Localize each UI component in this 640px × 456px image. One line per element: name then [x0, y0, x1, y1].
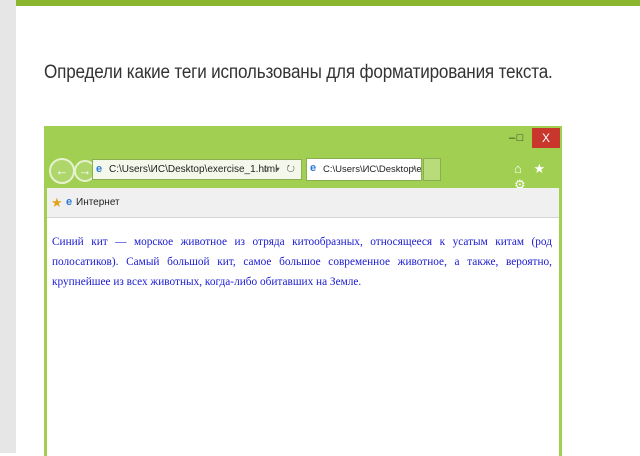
ie-page-icon: e	[310, 162, 317, 174]
content-paragraph: Синий кит — морское животное из отряда к…	[52, 236, 552, 288]
top-accent-bar	[16, 0, 640, 6]
left-rail	[0, 0, 16, 453]
ie-page-icon: e	[66, 196, 73, 208]
ie-page-icon: e	[96, 163, 103, 175]
favorites-bar: ★ e Интернет	[47, 188, 559, 218]
title-bar: – □ X	[44, 126, 562, 150]
favorites-star-icon[interactable]: ★	[51, 195, 63, 211]
maximize-button[interactable]: □	[510, 128, 530, 148]
tab-close-icon[interactable]: ×	[411, 159, 417, 180]
close-button[interactable]: X	[532, 128, 560, 148]
page-content: Синий кит — морское животное из отряда к…	[47, 218, 559, 456]
question-text: Определи какие теги использованы для фор…	[44, 62, 553, 83]
tab-exercise[interactable]: e C:\Users\ИС\Desktop\exerc... ×	[306, 158, 422, 181]
favorites-label[interactable]: Интернет	[76, 197, 120, 208]
browser-window-screenshot: – □ X ← → e C:\Users\ИС\Desktop\exercise…	[44, 126, 562, 456]
new-tab-button[interactable]	[423, 158, 441, 181]
address-bar[interactable]: e C:\Users\ИС\Desktop\exercise_1.html ⌕ …	[92, 159, 302, 180]
back-arrow-icon[interactable]: ←	[49, 158, 75, 184]
navigation-bar: ← → e C:\Users\ИС\Desktop\exercise_1.htm…	[44, 150, 562, 192]
search-refresh-icons[interactable]: ⌕ ▾ ↻	[263, 160, 297, 179]
address-url: C:\Users\ИС\Desktop\exercise_1.html	[109, 164, 278, 175]
tab-title: C:\Users\ИС\Desktop\exerc...	[323, 164, 422, 175]
